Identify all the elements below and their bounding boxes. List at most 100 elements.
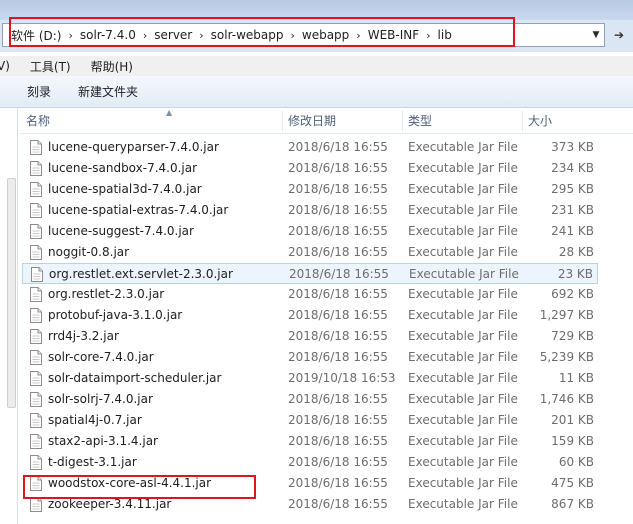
file-size: 692 KB bbox=[551, 287, 594, 301]
file-date: 2018/6/18 16:55 bbox=[288, 329, 388, 343]
file-type: Executable Jar File bbox=[408, 329, 518, 343]
jar-file-icon bbox=[30, 371, 42, 386]
file-size: 475 KB bbox=[551, 476, 594, 490]
nav-scrollbar-thumb[interactable] bbox=[7, 178, 16, 408]
file-type: Executable Jar File bbox=[408, 245, 518, 259]
menu-help[interactable]: 帮助(H) bbox=[91, 58, 133, 75]
file-name: solr-dataimport-scheduler.jar bbox=[48, 371, 222, 385]
file-size: 201 KB bbox=[551, 413, 594, 427]
file-name: rrd4j-3.2.jar bbox=[48, 329, 119, 343]
file-size: 729 KB bbox=[551, 329, 594, 343]
file-size: 28 KB bbox=[558, 245, 594, 259]
file-name: lucene-queryparser-7.4.0.jar bbox=[48, 140, 219, 154]
file-row[interactable]: t-digest-3.1.jar 2018/6/18 16:55 Executabl… bbox=[22, 452, 598, 473]
file-size: 231 KB bbox=[551, 203, 594, 217]
file-row[interactable]: spatial4j-0.7.jar 2018/6/18 16:55 Executab… bbox=[22, 410, 598, 431]
file-type: Executable Jar File bbox=[408, 434, 518, 448]
file-size: 867 KB bbox=[551, 497, 594, 511]
file-date: 2018/6/18 16:55 bbox=[288, 287, 388, 301]
file-type: Executable Jar File bbox=[408, 287, 518, 301]
file-row[interactable]: stax2-api-3.1.4.jar 2018/6/18 16:55 Execut… bbox=[22, 431, 598, 452]
file-type: Executable Jar File bbox=[408, 476, 518, 490]
refresh-arrow-icon[interactable]: ➔ bbox=[607, 23, 631, 47]
column-type[interactable]: 类型 bbox=[402, 108, 522, 134]
address-annotation-box bbox=[9, 17, 515, 47]
file-size: 1,746 KB bbox=[539, 392, 594, 406]
file-date: 2018/6/18 16:55 bbox=[288, 392, 388, 406]
file-row[interactable]: noggit-0.8.jar 2018/6/18 16:55 Executable … bbox=[22, 242, 598, 263]
file-type: Executable Jar File bbox=[408, 308, 518, 322]
file-date: 2018/6/18 16:55 bbox=[288, 161, 388, 175]
file-size: 159 KB bbox=[551, 434, 594, 448]
file-row[interactable]: solr-core-7.4.0.jar 2018/6/18 16:55 Execut… bbox=[22, 347, 598, 368]
file-size: 1,297 KB bbox=[539, 308, 594, 322]
jar-file-icon bbox=[30, 224, 42, 239]
file-date: 2018/6/18 16:55 bbox=[288, 455, 388, 469]
navigation-pane-edge bbox=[0, 108, 18, 524]
file-name: lucene-spatial3d-7.4.0.jar bbox=[48, 182, 202, 196]
file-type: Executable Jar File bbox=[408, 413, 518, 427]
file-row[interactable]: org.restlet-2.3.0.jar 2018/6/18 16:55 Exec… bbox=[22, 284, 598, 305]
file-date: 2018/6/18 16:55 bbox=[289, 267, 389, 281]
file-size: 295 KB bbox=[551, 182, 594, 196]
jar-file-icon bbox=[31, 267, 43, 282]
column-date[interactable]: 修改日期 bbox=[282, 108, 402, 134]
file-type: Executable Jar File bbox=[408, 350, 518, 364]
file-name: noggit-0.8.jar bbox=[48, 245, 130, 259]
menu-view[interactable]: V) bbox=[0, 59, 10, 73]
file-size: 5,239 KB bbox=[539, 350, 594, 364]
file-date: 2018/6/18 16:55 bbox=[288, 413, 388, 427]
chevron-down-icon[interactable]: ▼ bbox=[588, 24, 604, 46]
file-type: Executable Jar File bbox=[408, 140, 518, 154]
column-size[interactable]: 大小 bbox=[522, 108, 596, 134]
jar-file-icon bbox=[30, 245, 42, 260]
file-size: 234 KB bbox=[551, 161, 594, 175]
burn-button[interactable]: 刻录 bbox=[27, 83, 51, 100]
file-name: stax2-api-3.1.4.jar bbox=[48, 434, 158, 448]
file-date: 2018/6/18 16:55 bbox=[288, 350, 388, 364]
file-name: org.restlet.ext.servlet-2.3.0.jar bbox=[49, 267, 233, 281]
jar-file-icon bbox=[30, 455, 42, 470]
file-row[interactable]: solr-solrj-7.4.0.jar 2018/6/18 16:55 Execu… bbox=[22, 389, 598, 410]
file-date: 2018/6/18 16:55 bbox=[288, 497, 388, 511]
file-type: Executable Jar File bbox=[408, 161, 518, 175]
jar-file-icon bbox=[30, 182, 42, 197]
file-row[interactable]: solr-dataimport-scheduler.jar 2019/10/18 … bbox=[22, 368, 598, 389]
file-row[interactable]: lucene-spatial3d-7.4.0.jar 2018/6/18 16:5… bbox=[22, 179, 598, 200]
file-row[interactable]: rrd4j-3.2.jar 2018/6/18 16:55 Executable J… bbox=[22, 326, 598, 347]
file-row[interactable]: lucene-queryparser-7.4.0.jar 2018/6/18 16… bbox=[22, 137, 598, 158]
jar-file-icon bbox=[30, 329, 42, 344]
file-date: 2018/6/18 16:55 bbox=[288, 203, 388, 217]
file-name: solr-solrj-7.4.0.jar bbox=[48, 392, 153, 406]
file-row[interactable]: protobuf-java-3.1.0.jar 2018/6/18 16:55 Ex… bbox=[22, 305, 598, 326]
column-name[interactable]: 名称 bbox=[20, 108, 280, 134]
jar-file-icon bbox=[30, 140, 42, 155]
file-type: Executable Jar File bbox=[408, 203, 518, 217]
file-row[interactable]: lucene-suggest-7.4.0.jar 2018/6/18 16:55 E… bbox=[22, 221, 598, 242]
file-type: Executable Jar File bbox=[408, 455, 518, 469]
file-size: 23 KB bbox=[557, 267, 593, 281]
file-row[interactable]: lucene-sandbox-7.4.0.jar 2018/6/18 16:55 E… bbox=[22, 158, 598, 179]
file-date: 2018/6/18 16:55 bbox=[288, 140, 388, 154]
file-name: protobuf-java-3.1.0.jar bbox=[48, 308, 183, 322]
file-name: lucene-sandbox-7.4.0.jar bbox=[48, 161, 198, 175]
file-name: t-digest-3.1.jar bbox=[48, 455, 137, 469]
menu-bar: V) 工具(T) 帮助(H) bbox=[0, 56, 633, 76]
file-date: 2018/6/18 16:55 bbox=[288, 182, 388, 196]
file-name: lucene-suggest-7.4.0.jar bbox=[48, 224, 194, 238]
jar-file-icon bbox=[30, 350, 42, 365]
file-date: 2018/6/18 16:55 bbox=[288, 245, 388, 259]
file-date: 2018/6/18 16:55 bbox=[288, 308, 388, 322]
file-type: Executable Jar File bbox=[408, 392, 518, 406]
file-date: 2018/6/18 16:55 bbox=[288, 224, 388, 238]
menu-tools[interactable]: 工具(T) bbox=[30, 58, 71, 75]
file-row[interactable]: org.restlet.ext.servlet-2.3.0.jar 2018/6/… bbox=[22, 263, 598, 284]
file-date: 2018/6/18 16:55 bbox=[288, 434, 388, 448]
file-row[interactable]: lucene-spatial-extras-7.4.0.jar 2018/6/18… bbox=[22, 200, 598, 221]
jar-file-icon bbox=[30, 161, 42, 176]
column-header: ▲ 名称 修改日期 类型 大小 bbox=[20, 108, 633, 134]
new-folder-button[interactable]: 新建文件夹 bbox=[78, 83, 138, 100]
file-size: 11 KB bbox=[558, 371, 594, 385]
file-list-area: ▲ 名称 修改日期 类型 大小 lucene-queryparser-7.4.0… bbox=[0, 108, 633, 524]
jar-file-icon bbox=[30, 287, 42, 302]
